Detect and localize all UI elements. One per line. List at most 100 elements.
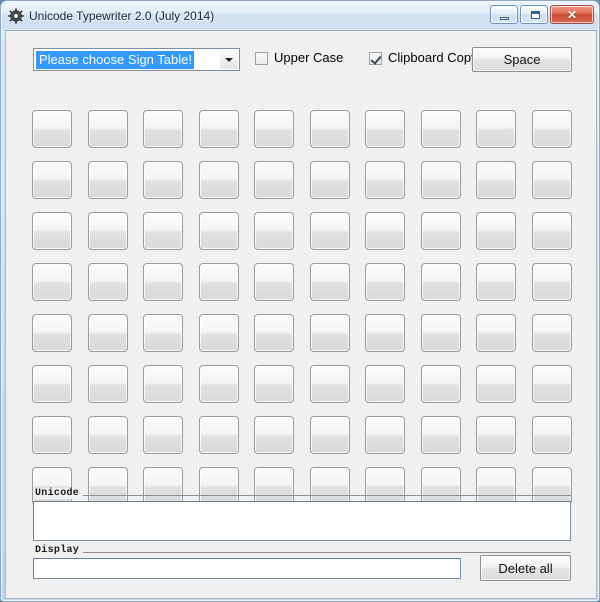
character-key-button[interactable] xyxy=(365,212,405,250)
character-key-button[interactable] xyxy=(420,110,461,148)
character-key-button[interactable] xyxy=(309,416,350,454)
character-key-button[interactable] xyxy=(531,467,572,505)
character-key-button[interactable] xyxy=(309,212,350,250)
character-key-button[interactable] xyxy=(87,110,128,148)
delete-all-button[interactable]: Delete all xyxy=(480,555,571,581)
character-key-button[interactable] xyxy=(420,314,461,352)
maximize-button[interactable] xyxy=(520,5,548,24)
character-key-button[interactable] xyxy=(143,365,183,403)
character-key-button[interactable] xyxy=(365,110,405,148)
toolbar: Please choose Sign Table! Upper Case Cli… xyxy=(6,31,596,79)
sign-table-selected-value: Please choose Sign Table! xyxy=(36,50,194,69)
unicode-group-label: Unicode xyxy=(33,488,84,499)
character-key-button[interactable] xyxy=(476,263,516,301)
character-key-button[interactable] xyxy=(198,365,239,403)
sign-table-combobox[interactable]: Please choose Sign Table! xyxy=(33,48,240,71)
character-key-button[interactable] xyxy=(87,212,128,250)
character-key-button[interactable] xyxy=(254,365,294,403)
character-key-button[interactable] xyxy=(198,110,239,148)
character-key-button[interactable] xyxy=(365,314,405,352)
character-key-button[interactable] xyxy=(420,467,461,505)
character-key-button[interactable] xyxy=(531,212,572,250)
character-key-button[interactable] xyxy=(476,416,516,454)
space-button[interactable]: Space xyxy=(472,47,572,72)
character-key-button[interactable] xyxy=(198,467,239,505)
character-key-button[interactable] xyxy=(143,314,183,352)
character-key-button[interactable] xyxy=(309,365,350,403)
character-key-button[interactable] xyxy=(365,263,405,301)
character-key-button[interactable] xyxy=(365,365,405,403)
character-key-button[interactable] xyxy=(143,212,183,250)
character-key-button[interactable] xyxy=(198,416,239,454)
character-key-button[interactable] xyxy=(476,110,516,148)
character-key-button[interactable] xyxy=(32,416,72,454)
character-key-button[interactable] xyxy=(476,314,516,352)
character-key-button[interactable] xyxy=(87,365,128,403)
title-bar[interactable]: Unicode Typewriter 2.0 (July 2014) ✕ xyxy=(2,2,598,29)
character-key-button[interactable] xyxy=(254,263,294,301)
character-key-button[interactable] xyxy=(198,314,239,352)
maximize-icon xyxy=(531,11,540,19)
character-key-button[interactable] xyxy=(32,263,72,301)
character-key-button[interactable] xyxy=(87,416,128,454)
character-key-button[interactable] xyxy=(32,365,72,403)
character-key-button[interactable] xyxy=(143,467,183,505)
character-key-button[interactable] xyxy=(87,263,128,301)
character-key-button[interactable] xyxy=(32,314,72,352)
character-key-button[interactable] xyxy=(143,263,183,301)
close-button[interactable]: ✕ xyxy=(550,5,594,24)
character-key-button[interactable] xyxy=(254,314,294,352)
clipboard-copy-checkbox[interactable]: Clipboard Copy xyxy=(369,51,478,65)
character-key-button[interactable] xyxy=(476,212,516,250)
character-key-button[interactable] xyxy=(143,161,183,199)
character-key-button[interactable] xyxy=(531,365,572,403)
character-key-button[interactable] xyxy=(531,314,572,352)
character-key-button[interactable] xyxy=(87,314,128,352)
character-key-button[interactable] xyxy=(531,263,572,301)
character-key-button[interactable] xyxy=(420,416,461,454)
upper-case-checkbox[interactable]: Upper Case xyxy=(255,51,343,65)
character-key-button[interactable] xyxy=(531,416,572,454)
character-key-button[interactable] xyxy=(531,110,572,148)
character-key-button[interactable] xyxy=(32,110,72,148)
character-key-button[interactable] xyxy=(309,161,350,199)
unicode-textarea[interactable] xyxy=(33,501,571,541)
character-key-button[interactable] xyxy=(254,212,294,250)
character-key-button[interactable] xyxy=(32,467,72,505)
character-key-button[interactable] xyxy=(476,161,516,199)
character-key-button[interactable] xyxy=(254,110,294,148)
character-key-button[interactable] xyxy=(365,467,405,505)
character-key-button[interactable] xyxy=(420,263,461,301)
character-key-button[interactable] xyxy=(420,365,461,403)
character-key-button[interactable] xyxy=(198,263,239,301)
character-key-button[interactable] xyxy=(365,416,405,454)
character-key-button[interactable] xyxy=(254,161,294,199)
character-key-button[interactable] xyxy=(198,161,239,199)
display-group-divider xyxy=(33,552,571,553)
character-key-button[interactable] xyxy=(143,416,183,454)
character-key-button[interactable] xyxy=(309,263,350,301)
character-key-button[interactable] xyxy=(309,110,350,148)
character-key-button[interactable] xyxy=(309,467,350,505)
character-key-button[interactable] xyxy=(87,467,128,505)
character-key-button[interactable] xyxy=(420,212,461,250)
character-key-button[interactable] xyxy=(32,212,72,250)
character-key-button[interactable] xyxy=(87,161,128,199)
character-key-button[interactable] xyxy=(309,314,350,352)
character-key-button[interactable] xyxy=(476,467,516,505)
character-key-button[interactable] xyxy=(32,161,72,199)
checkbox-box-upper-case xyxy=(255,51,268,65)
chevron-down-icon[interactable] xyxy=(220,50,238,69)
character-key-button[interactable] xyxy=(198,212,239,250)
minimize-button[interactable] xyxy=(490,5,518,24)
character-key-button[interactable] xyxy=(254,416,294,454)
character-key-button[interactable] xyxy=(531,161,572,199)
display-input[interactable] xyxy=(33,558,461,579)
character-key-button[interactable] xyxy=(476,365,516,403)
client-area: Please choose Sign Table! Upper Case Cli… xyxy=(5,30,597,599)
character-key-button[interactable] xyxy=(365,161,405,199)
character-key-button[interactable] xyxy=(254,467,294,505)
character-key-button[interactable] xyxy=(420,161,461,199)
gear-icon xyxy=(8,7,24,24)
character-key-button[interactable] xyxy=(143,110,183,148)
